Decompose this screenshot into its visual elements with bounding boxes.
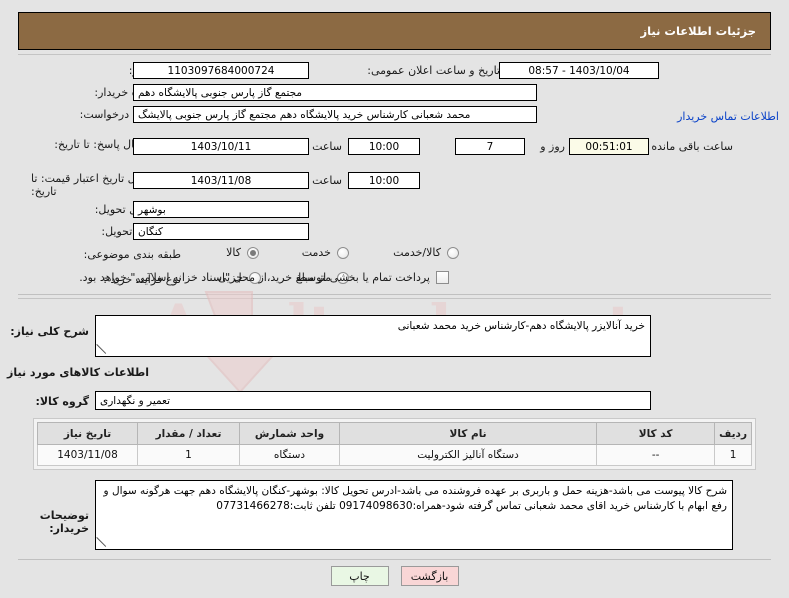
reply-deadline-time-field[interactable]: 10:00 <box>348 138 420 155</box>
col-vahed: واحد شمارش <box>239 422 340 445</box>
buyer-notes-textarea[interactable]: شرح کالا پیوست می باشد-هزینه حمل و باربر… <box>95 480 733 550</box>
cell-kod-kala: -- <box>596 444 716 466</box>
announce-datetime-label: تاریخ و ساعت اعلان عمومی: <box>367 64 500 77</box>
goods-group-value: تعمیر و نگهداری <box>100 394 171 407</box>
goods-group-field[interactable]: تعمیر و نگهداری <box>95 391 651 410</box>
summary-value: خرید آنالایزر پالایشگاه دهم-کارشناس خرید… <box>397 320 645 332</box>
cell-vahed: دستگاه <box>239 444 340 466</box>
buyer-notes-value: شرح کالا پیوست می باشد-هزینه حمل و باربر… <box>103 485 727 512</box>
treasury-bond-note: پرداخت تمام یا بخشی از مبلغ خرید،از محل … <box>79 271 430 284</box>
request-creator-value: محمد شعبانی کارشناس خرید پالایشگاه دهم م… <box>138 108 471 121</box>
countdown-suffix-label: ساعت باقی مانده <box>651 140 733 153</box>
price-validity-time-label: ساعت <box>312 174 342 187</box>
delivery-city-value: کنگان <box>138 225 163 238</box>
price-validity-date-value: 1403/11/08 <box>190 174 252 187</box>
need-number-value: 1103097684000724 <box>167 64 275 77</box>
cell-tedad: 1 <box>137 444 240 466</box>
summary-label: شرح کلی نیاز: <box>10 325 89 338</box>
col-tarikh-niaz: تاریخ نیاز <box>37 422 138 445</box>
print-button[interactable]: چاپ <box>330 566 389 586</box>
reply-deadline-time-label: ساعت <box>312 140 342 153</box>
table-row[interactable]: 1 -- دستگاه آنالیز الکترولیت دستگاه 1 14… <box>37 444 752 466</box>
buyer-org-value: مجتمع گاز پارس جنوبی پالایشگاه دهم <box>138 86 303 99</box>
items-table: ردیف کد کالا نام کالا واحد شمارش تعداد /… <box>37 422 752 466</box>
need-number-field[interactable]: 1103097684000724 <box>133 62 309 79</box>
items-table-wrapper: ردیف کد کالا نام کالا واحد شمارش تعداد /… <box>33 418 756 470</box>
footer-button-row: بازگشت چاپ <box>0 566 789 586</box>
price-validity-time-field[interactable]: 10:00 <box>348 172 420 189</box>
col-radif: ردیف <box>714 422 752 445</box>
goods-section-heading: اطلاعات کالاهای مورد نیاز <box>7 366 149 379</box>
delivery-city-field[interactable]: کنگان <box>133 223 309 240</box>
treasury-bond-checkbox-group[interactable]: پرداخت تمام یا بخشی از مبلغ خرید،از محل … <box>79 271 449 284</box>
cell-tarikh-niaz: 1403/11/08 <box>37 444 138 466</box>
panel-divider <box>18 294 771 295</box>
page-root: Arialtender.net جزئیات اطلاعات نیاز شمار… <box>0 0 789 598</box>
buyer-notes-label: توضیحات خریدار: <box>39 509 89 535</box>
back-button[interactable]: بازگشت <box>400 566 459 586</box>
reply-deadline-date-field[interactable]: 1403/10/11 <box>133 138 309 155</box>
radio-icon-kala-khedmat[interactable] <box>447 246 459 259</box>
subject-class-option-kala-label: کالا <box>226 246 241 259</box>
summary-textarea[interactable]: خرید آنالایزر پالایشگاه دهم-کارشناس خرید… <box>95 315 651 357</box>
cell-nam-kala: دستگاه آنالیز الکترولیت <box>338 444 598 466</box>
subject-class-option-khedmat[interactable]: خدمت <box>302 246 349 259</box>
subject-class-label: طبقه بندی موضوعی: <box>83 248 181 261</box>
reply-deadline-time-value: 10:00 <box>368 140 400 153</box>
checkbox-icon-treasury-bond[interactable] <box>436 271 449 284</box>
countdown-clock-value: 00:51:01 <box>585 140 633 153</box>
radio-icon-khedmat[interactable] <box>337 246 349 259</box>
cell-radif: 1 <box>714 444 752 466</box>
countdown-clock-field: 00:51:01 <box>569 138 649 155</box>
page-title: جزئیات اطلاعات نیاز <box>18 12 771 50</box>
resize-grip-icon-summary[interactable] <box>97 344 108 355</box>
announce-datetime-label-row: تاریخ و ساعت اعلان عمومی: <box>367 64 500 77</box>
col-kod-kala: کد کالا <box>596 422 716 445</box>
price-validity-time-value: 10:00 <box>368 174 400 187</box>
subject-class-label-row: طبقه بندی موضوعی: <box>84 248 181 261</box>
footer-divider <box>18 559 771 560</box>
reply-deadline-date-value: 1403/10/11 <box>190 140 252 153</box>
countdown-days-field: 7 <box>455 138 525 155</box>
buyer-org-field[interactable]: مجتمع گاز پارس جنوبی پالایشگاه دهم <box>133 84 537 101</box>
resize-grip-icon-notes[interactable] <box>97 537 108 548</box>
subject-class-option-kala[interactable]: کالا <box>226 246 259 259</box>
price-validity-date-field[interactable]: 1403/11/08 <box>133 172 309 189</box>
delivery-province-value: بوشهر <box>138 203 166 216</box>
page-title-text: جزئیات اطلاعات نیاز <box>640 24 756 38</box>
request-creator-field[interactable]: محمد شعبانی کارشناس خرید پالایشگاه دهم م… <box>133 106 537 123</box>
items-table-header-row: ردیف کد کالا نام کالا واحد شمارش تعداد /… <box>37 422 752 445</box>
countdown-days-label: روز و <box>540 140 565 153</box>
subject-class-option-kala-khedmat[interactable]: کالا/خدمت <box>393 246 459 259</box>
radio-icon-kala[interactable] <box>247 246 259 259</box>
announce-datetime-value: 08:57 - 1403/10/04 <box>528 64 630 77</box>
announce-datetime-field[interactable]: 08:57 - 1403/10/04 <box>499 62 659 79</box>
col-nam-kala: نام کالا <box>338 422 598 445</box>
delivery-province-field[interactable]: بوشهر <box>133 201 309 218</box>
subject-class-option-khedmat-label: خدمت <box>301 246 331 259</box>
subject-class-option-kala-khedmat-label: کالا/خدمت <box>393 246 441 259</box>
buyer-contact-link[interactable]: اطلاعات تماس خریدار <box>677 110 779 123</box>
countdown-days-value: 7 <box>486 140 494 153</box>
goods-group-label: گروه کالا: <box>35 395 89 408</box>
col-tedad: تعداد / مقدار <box>137 422 240 445</box>
